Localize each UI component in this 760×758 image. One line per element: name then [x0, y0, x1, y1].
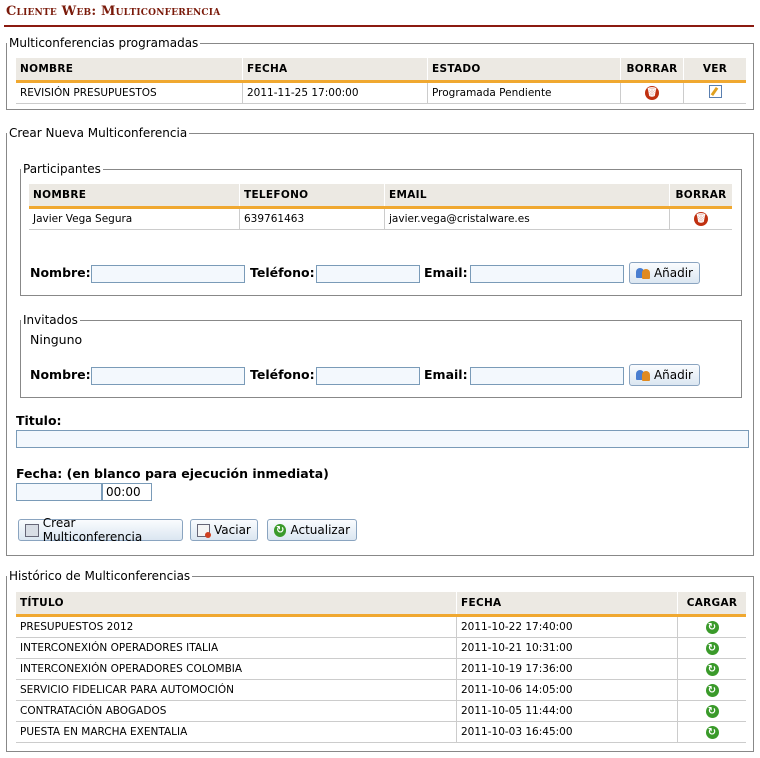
- clear-button-label: Vaciar: [214, 523, 251, 537]
- table-row: REVISIÓN PRESUPUESTOS 2011-11-25 17:00:0…: [16, 81, 746, 104]
- guest-nombre-input[interactable]: [91, 367, 245, 385]
- scheduled-table: NOMBRE FECHA ESTADO BORRAR VER REVISIÓN …: [16, 58, 746, 104]
- table-row: INTERCONEXIÓN OPERADORES COLOMBIA 2011-1…: [16, 658, 746, 680]
- load-icon[interactable]: ↻: [705, 704, 719, 718]
- col-borrar: BORRAR: [620, 58, 684, 83]
- col-nombre: NOMBRE: [29, 184, 240, 209]
- table-row: PUESTA EN MARCHA EXENTALIA 2011-10-03 16…: [16, 721, 746, 743]
- cell-email: javier.vega@cristalware.es: [384, 207, 670, 230]
- table-row: PRESUPUESTOS 2012 2011-10-22 17:40:00 ↻: [16, 615, 746, 638]
- load-icon[interactable]: ↻: [705, 683, 719, 697]
- col-cargar: CARGAR: [677, 592, 746, 617]
- delete-icon[interactable]: 🗑: [645, 86, 659, 100]
- create-legend: Crear Nueva Multiconferencia: [9, 126, 188, 140]
- col-estado: ESTADO: [427, 58, 621, 83]
- cell-telefono: 639761463: [239, 207, 385, 230]
- table-row: SERVICIO FIDELICAR PARA AUTOMOCIÓN 2011-…: [16, 679, 746, 701]
- col-fecha: FECHA: [242, 58, 428, 83]
- create-button-label: Crear Multiconferencia: [42, 516, 143, 544]
- history-legend: Histórico de Multiconferencias: [9, 569, 191, 583]
- guests-empty-text: Ninguno: [30, 332, 83, 347]
- col-ver: VER: [683, 58, 746, 83]
- cell-titulo: INTERCONEXIÓN OPERADORES COLOMBIA: [16, 658, 457, 680]
- participants-legend: Participantes: [23, 162, 101, 176]
- history-table: TÍTULO FECHA CARGAR PRESUPUESTOS 2012 20…: [16, 592, 746, 743]
- edit-icon[interactable]: [708, 85, 722, 98]
- participant-email-input[interactable]: [470, 265, 624, 283]
- col-nombre: NOMBRE: [16, 58, 243, 83]
- cell-titulo: CONTRATACIÓN ABOGADOS: [16, 700, 457, 722]
- table-row: CONTRATACIÓN ABOGADOS 2011-10-05 11:44:0…: [16, 700, 746, 722]
- participant-nombre-input[interactable]: [91, 265, 245, 283]
- participants-table: NOMBRE TELEFONO EMAIL BORRAR Javier Vega…: [29, 184, 732, 230]
- create-multiconference-button[interactable]: Crear Multiconferencia: [18, 516, 183, 544]
- guest-telefono-label: Teléfono:: [250, 367, 315, 382]
- cell-fecha: 2011-10-21 10:31:00: [456, 637, 678, 659]
- load-icon[interactable]: ↻: [705, 662, 719, 676]
- participant-telefono-input[interactable]: [316, 265, 420, 283]
- participant-telefono-label: Teléfono:: [250, 265, 315, 280]
- fecha-label: Fecha: (en blanco para ejecución inmedia…: [16, 466, 329, 481]
- fecha-input[interactable]: [16, 483, 102, 501]
- cell-fecha: 2011-11-25 17:00:00: [242, 81, 428, 104]
- cell-estado: Programada Pendiente: [427, 81, 621, 104]
- cell-titulo: PRESUPUESTOS 2012: [16, 615, 457, 638]
- cell-fecha: 2011-10-05 11:44:00: [456, 700, 678, 722]
- load-icon[interactable]: ↻: [705, 620, 719, 634]
- clear-button[interactable]: Vaciar: [190, 519, 258, 541]
- cell-fecha: 2011-10-03 16:45:00: [456, 721, 678, 743]
- cell-nombre: Javier Vega Segura: [29, 207, 240, 230]
- cell-nombre: REVISIÓN PRESUPUESTOS: [16, 81, 243, 104]
- guest-telefono-input[interactable]: [316, 367, 420, 385]
- delete-icon[interactable]: 🗑: [694, 212, 708, 226]
- col-telefono: TELEFONO: [239, 184, 385, 209]
- cell-fecha: 2011-10-19 17:36:00: [456, 658, 678, 680]
- cell-fecha: 2011-10-22 17:40:00: [456, 615, 678, 638]
- cell-titulo: SERVICIO FIDELICAR PARA AUTOMOCIÓN: [16, 679, 457, 701]
- add-guest-label: Añadir: [653, 368, 693, 382]
- participant-email-label: Email:: [424, 265, 468, 280]
- table-row: Javier Vega Segura 639761463 javier.vega…: [29, 207, 732, 230]
- page-title: Cliente Web: Multiconferencia: [6, 4, 221, 19]
- guest-nombre-label: Nombre:: [30, 367, 91, 382]
- guests-legend: Invitados: [23, 313, 78, 327]
- add-participant-label: Añadir: [653, 266, 693, 280]
- refresh-icon: ↻: [274, 523, 287, 537]
- users-icon: [636, 368, 650, 382]
- guest-email-input[interactable]: [470, 367, 624, 385]
- refresh-button[interactable]: ↻ Actualizar: [267, 519, 357, 541]
- load-icon[interactable]: ↻: [705, 725, 719, 739]
- users-icon: [636, 266, 650, 280]
- titulo-label: Titulo:: [16, 413, 62, 428]
- scheduled-legend: Multiconferencias programadas: [9, 36, 199, 50]
- refresh-button-label: Actualizar: [290, 523, 350, 537]
- table-row: INTERCONEXIÓN OPERADORES ITALIA 2011-10-…: [16, 637, 746, 659]
- add-participant-button[interactable]: Añadir: [629, 262, 700, 284]
- col-borrar: BORRAR: [669, 184, 732, 209]
- col-fecha: FECHA: [456, 592, 678, 617]
- guest-email-label: Email:: [424, 367, 468, 382]
- title-divider: [4, 25, 754, 27]
- col-email: EMAIL: [384, 184, 670, 209]
- conference-icon: [25, 523, 39, 537]
- cell-titulo: INTERCONEXIÓN OPERADORES ITALIA: [16, 637, 457, 659]
- cell-titulo: PUESTA EN MARCHA EXENTALIA: [16, 721, 457, 743]
- load-icon[interactable]: ↻: [705, 641, 719, 655]
- add-guest-button[interactable]: Añadir: [629, 364, 700, 386]
- hora-input[interactable]: [102, 483, 152, 501]
- titulo-input[interactable]: [16, 430, 749, 448]
- clear-icon: [197, 523, 211, 538]
- participant-nombre-label: Nombre:: [30, 265, 91, 280]
- col-titulo: TÍTULO: [16, 592, 457, 617]
- cell-fecha: 2011-10-06 14:05:00: [456, 679, 678, 701]
